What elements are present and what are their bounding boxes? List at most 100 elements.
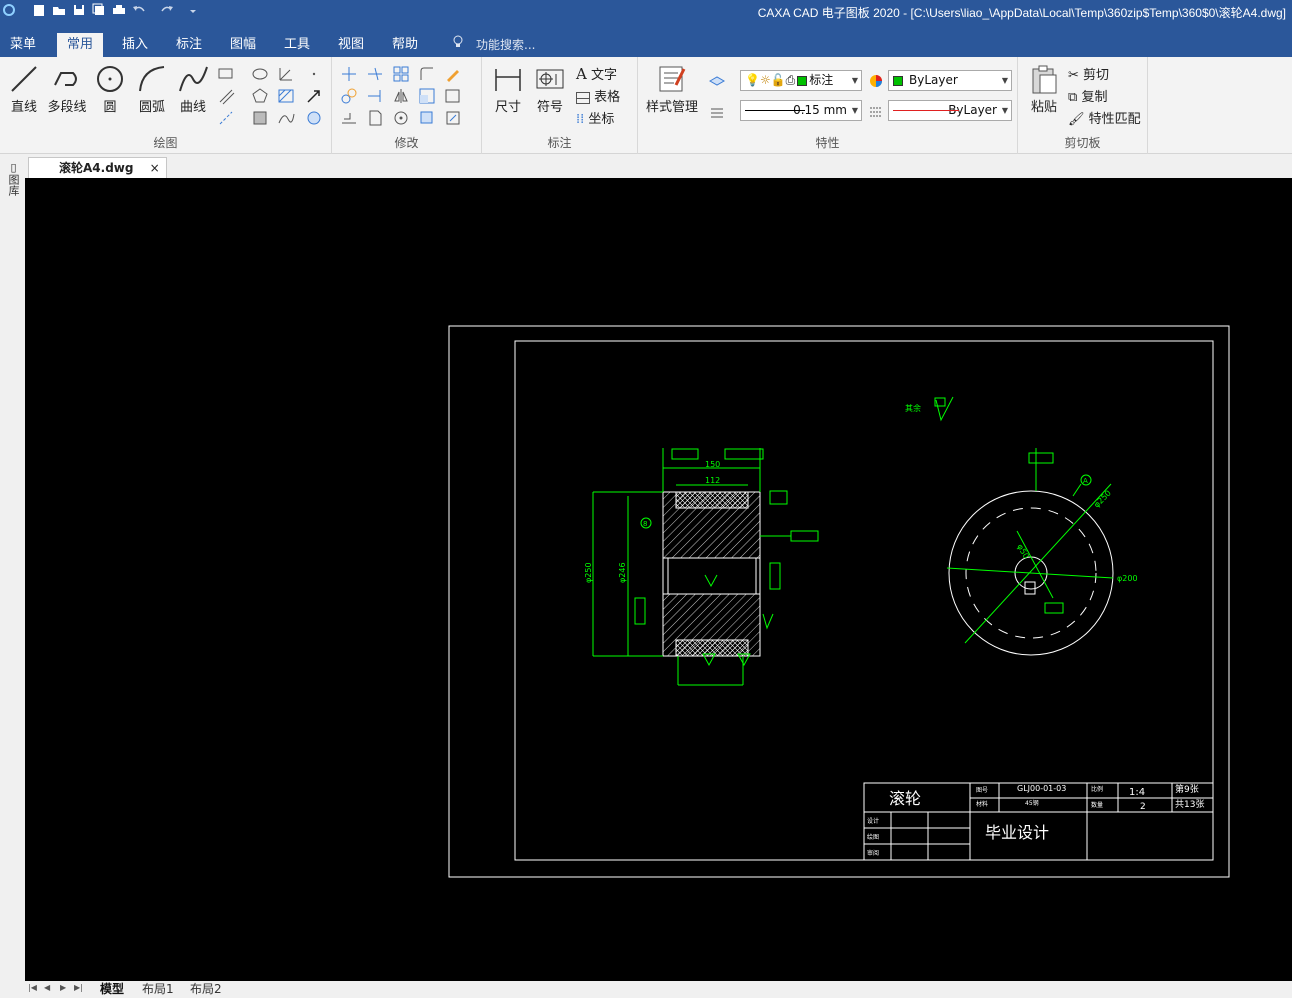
paste-button[interactable]: 粘贴 [1024, 61, 1064, 115]
arrow-icon[interactable] [305, 87, 323, 105]
layout-tab-model[interactable]: 模型 [96, 981, 128, 998]
project-name: 毕业设计 [985, 823, 1049, 842]
last-layout-icon[interactable]: ▶| [74, 983, 83, 992]
balloon-a: A [1083, 477, 1088, 485]
library-panel-label: 图库 [7, 174, 20, 196]
fillet-icon[interactable] [418, 65, 436, 83]
extend-icon[interactable] [366, 87, 384, 105]
chevron-down-icon: ▼ [1001, 76, 1008, 85]
prev-layout-icon[interactable]: ◀ [44, 983, 50, 992]
array-icon[interactable] [392, 65, 410, 83]
copy-object-icon[interactable] [340, 87, 358, 105]
polyline-button[interactable]: 多段线 [44, 61, 90, 115]
polyline-label: 多段线 [47, 100, 87, 115]
circle-button[interactable]: 圆 [90, 61, 130, 115]
angle-line-icon[interactable] [277, 65, 295, 83]
chevron-down-icon: ▼ [851, 106, 858, 115]
document-tab[interactable]: 滚轮A4.dwg × [28, 157, 167, 178]
first-layout-icon[interactable]: |◀ [28, 983, 37, 992]
color-select[interactable]: ByLayer ▼ [888, 70, 1012, 91]
tab-annotate[interactable]: 标注 [166, 33, 212, 57]
color-wheel-icon[interactable] [867, 72, 885, 90]
dim-phi200: φ200 [1117, 574, 1138, 583]
ribbon-panel: 直线 多段线 圆 圆弧 曲线 绘图 修改 尺寸 符号 A 文字 表格 ⁞⁞ 坐标… [0, 57, 1292, 154]
table-icon [576, 91, 590, 104]
redo-icon[interactable] [160, 3, 174, 17]
print-icon[interactable] [112, 3, 126, 17]
rectangle-icon[interactable] [217, 65, 235, 83]
ellipse-icon[interactable] [251, 65, 269, 83]
match-properties-button[interactable]: 🖌 特性匹配 [1068, 108, 1141, 127]
lineweight-select[interactable]: 0.15 mm ▼ [740, 100, 862, 121]
open-folder-icon[interactable] [52, 3, 66, 17]
layout-tab-2[interactable]: 布局2 [186, 981, 226, 998]
line-icon [11, 66, 37, 92]
design-label: 设计 [867, 817, 879, 825]
stretch-icon[interactable] [444, 87, 462, 105]
hatch-icon[interactable] [277, 87, 295, 105]
app-logo-icon[interactable] [2, 3, 16, 17]
library-panel-toggle[interactable]: ▯图库 [5, 161, 20, 196]
dimension-label: 尺寸 [494, 100, 521, 115]
block-icon[interactable] [251, 109, 269, 127]
rotate-icon[interactable] [392, 109, 410, 127]
properties-group: 样式管理 💡☼🔓⎙ 标注 ▼ ByLayer ▼ 0.15 mm ▼ ByLaye… [638, 57, 1018, 154]
offset-icon[interactable] [340, 109, 358, 127]
drawing-canvas[interactable]: 其余 150 112 φ250 φ246 8 φ250 φ200 φ50 A 滚… [25, 178, 1292, 981]
chamfer-icon[interactable] [418, 109, 436, 127]
text-button[interactable]: A 文字 [576, 64, 617, 83]
explode-icon[interactable] [366, 109, 384, 127]
tab-help[interactable]: 帮助 [382, 33, 428, 57]
tab-menu[interactable]: 菜单 [0, 33, 46, 57]
close-tab-icon[interactable]: × [150, 161, 160, 175]
cut-label: 剪切 [1083, 68, 1110, 83]
polygon-icon[interactable] [251, 87, 269, 105]
linetype-icon[interactable] [867, 102, 885, 120]
break-icon[interactable] [444, 109, 462, 127]
spline-icon[interactable] [277, 109, 295, 127]
layout-tab-1[interactable]: 布局1 [138, 981, 178, 998]
new-file-icon[interactable] [32, 3, 46, 17]
symbol-button[interactable]: 符号 [530, 61, 570, 115]
save-all-icon[interactable] [92, 3, 106, 17]
next-layout-icon[interactable]: ▶ [60, 983, 66, 992]
scale-icon[interactable] [418, 87, 436, 105]
tab-insert[interactable]: 插入 [112, 33, 158, 57]
customize-toolbar-icon[interactable] [186, 3, 200, 17]
arc-button[interactable]: 圆弧 [132, 61, 172, 115]
cut-button[interactable]: ✂ 剪切 [1068, 64, 1109, 83]
tab-tools[interactable]: 工具 [274, 33, 320, 57]
region-icon[interactable] [305, 109, 323, 127]
layer-manager-icon[interactable] [708, 71, 726, 89]
style-manager-button[interactable]: 样式管理 [644, 61, 700, 115]
style-manager-icon [659, 66, 686, 92]
linetype-select[interactable]: ByLayer ▼ [888, 100, 1012, 121]
parallel-line-icon[interactable] [217, 87, 235, 105]
side-panel-strip: ▯图库 [0, 155, 25, 998]
tab-sheet[interactable]: 图幅 [220, 33, 266, 57]
line-button[interactable]: 直线 [4, 61, 44, 115]
layer-select[interactable]: 💡☼🔓⎙ 标注 ▼ [740, 70, 862, 91]
lineweight-sample [745, 110, 805, 111]
draw-group-label: 绘图 [153, 136, 178, 150]
point-icon[interactable] [305, 65, 323, 83]
feature-search[interactable]: 功能搜索... [452, 33, 535, 57]
trim-icon[interactable] [366, 65, 384, 83]
edit-icon[interactable] [444, 65, 462, 83]
dimension-button[interactable]: 尺寸 [488, 61, 528, 115]
table-button[interactable]: 表格 [576, 86, 620, 105]
sheet-number: 第9张 [1175, 783, 1199, 795]
surface-note: 其余 [905, 403, 921, 413]
linewidth-toggle-icon[interactable] [708, 103, 726, 121]
tab-common[interactable]: 常用 [57, 33, 104, 57]
tab-view[interactable]: 视图 [328, 33, 374, 57]
save-icon[interactable] [72, 3, 86, 17]
coordinate-button[interactable]: ⁞⁞ 坐标 [576, 108, 614, 127]
mirror-icon[interactable] [392, 87, 410, 105]
centerline-icon[interactable] [217, 109, 235, 127]
move-icon[interactable] [340, 65, 358, 83]
outer-sheet-border [448, 325, 1230, 878]
copy-button[interactable]: ⧉ 复制 [1068, 86, 1107, 105]
curve-button[interactable]: 曲线 [173, 61, 213, 115]
undo-icon[interactable] [132, 3, 146, 17]
